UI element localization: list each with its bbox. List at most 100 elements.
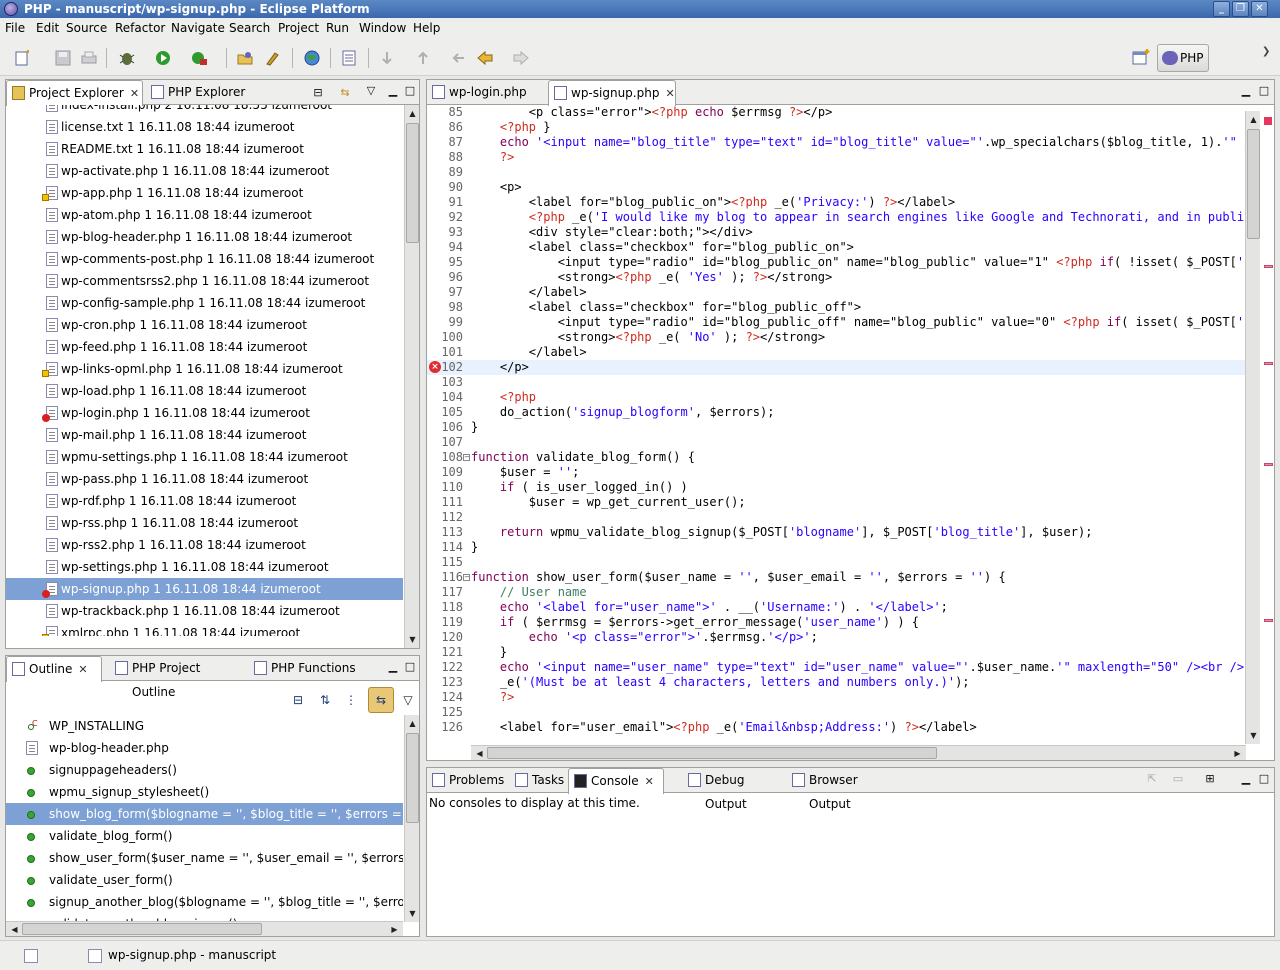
code-line[interactable]: 108− function validate_blog_form() { <box>427 450 1246 465</box>
code-line[interactable]: 124 ?> <box>427 690 1246 705</box>
tree-item-file[interactable]: wp-trackback.php 1 16.11.08 18:44 izumer… <box>6 600 403 622</box>
close-button[interactable]: ✕ <box>1251 1 1268 17</box>
tree-item-file[interactable]: wp-comments-post.php 1 16.11.08 18:44 iz… <box>6 248 403 270</box>
display-console-icon[interactable]: ▭ <box>1171 772 1185 786</box>
code-line[interactable]: 104 <?php <box>427 390 1246 405</box>
code-line[interactable]: 90 <p> <box>427 180 1246 195</box>
maximize-view-icon[interactable]: □ <box>1257 84 1271 98</box>
code-line[interactable]: 105 do_action('signup_blogform', $errors… <box>427 405 1246 420</box>
code-line[interactable]: 98 <label class="checkbox" for="blog_pub… <box>427 300 1246 315</box>
menu-file[interactable]: File <box>5 21 25 35</box>
close-icon[interactable]: ✕ <box>665 87 674 100</box>
code-line[interactable]: 86 <?php } <box>427 120 1246 135</box>
code-line[interactable]: 103 <box>427 375 1246 390</box>
tab-wp-login[interactable]: wp-login.php <box>427 80 545 105</box>
maximize-view-icon[interactable]: □ <box>403 660 417 674</box>
tree-item-file[interactable]: wp-rss.php 1 16.11.08 18:44 izumeroot <box>6 512 403 534</box>
code-line[interactable]: 87 echo '<input name="blog_title" type="… <box>427 135 1246 150</box>
view-menu-icon[interactable]: ▽ <box>399 691 417 709</box>
debug-icon[interactable] <box>118 49 136 67</box>
code-line[interactable]: 99 <input type="radio" id="blog_public_o… <box>427 315 1246 330</box>
tree-item-file[interactable]: wp-rss2.php 1 16.11.08 18:44 izumeroot <box>6 534 403 556</box>
annotation-marker[interactable] <box>1264 619 1273 622</box>
outline-item[interactable]: signuppageheaders() <box>6 759 403 781</box>
code-line[interactable]: 126 <label for="user_email"><?php _e('Em… <box>427 720 1246 735</box>
prev-annotation-icon[interactable] <box>414 49 432 67</box>
code-line[interactable]: 95 <input type="radio" id="blog_public_o… <box>427 255 1246 270</box>
tree-item-file[interactable]: wp-atom.php 1 16.11.08 18:44 izumeroot <box>6 204 403 226</box>
tree-item-file[interactable]: wp-activate.php 1 16.11.08 18:44 izumero… <box>6 160 403 182</box>
code-line[interactable]: 123 _e('(Must be at least 4 characters, … <box>427 675 1246 690</box>
last-edit-icon[interactable] <box>450 49 468 67</box>
scroll-thumb[interactable] <box>1247 129 1260 239</box>
pin-console-icon[interactable]: ⇱ <box>1145 772 1159 786</box>
tree-item-file[interactable]: README.txt 1 16.11.08 18:44 izumeroot <box>6 138 403 160</box>
tab-debug-output[interactable]: Debug Output <box>683 768 783 811</box>
code-line[interactable]: 115 <box>427 555 1246 570</box>
open-console-icon[interactable]: ⊞ <box>1203 772 1217 786</box>
outline-item[interactable]: wpmu_signup_stylesheet() <box>6 781 403 803</box>
tree-item-file[interactable]: wp-load.php 1 16.11.08 18:44 izumeroot <box>6 380 403 402</box>
close-icon[interactable]: ✕ <box>645 775 654 788</box>
tree-item-file[interactable]: xmlrpc.php 1 16.11.08 18:44 izumeroot <box>6 622 403 636</box>
outline-item[interactable]: C WP_INSTALLING <box>6 715 403 737</box>
tree-item-file[interactable]: wp-login.php 1 16.11.08 18:44 izumeroot <box>6 402 403 424</box>
code-line[interactable]: 118 echo '<label for="user_name">' . __(… <box>427 600 1246 615</box>
code-line[interactable]: 119 if ( $errmsg = $errors->get_error_me… <box>427 615 1246 630</box>
scroll-thumb[interactable] <box>406 123 419 243</box>
scroll-thumb[interactable] <box>487 747 937 759</box>
task-list-icon[interactable] <box>340 49 358 67</box>
search-tool-icon[interactable] <box>264 49 282 67</box>
code-line[interactable]: 85 <p class="error"><?php echo $errmsg ?… <box>427 105 1246 120</box>
back-icon[interactable] <box>476 49 494 67</box>
outline-horizontal-scrollbar[interactable]: ◀ ▶ <box>6 921 403 936</box>
chevron-right-icon[interactable]: ❯ <box>1262 46 1270 57</box>
view-menu-icon[interactable]: ▽ <box>364 84 378 98</box>
code-line[interactable]: 101 </label> <box>427 345 1246 360</box>
menu-edit[interactable]: Edit <box>36 21 59 35</box>
fold-toggle-icon[interactable]: − <box>463 574 470 581</box>
tab-project-explorer[interactable]: Project Explorer ✕ <box>6 80 143 106</box>
restore-button[interactable]: ❐ <box>1232 1 1249 17</box>
tree-item-file[interactable]: wp-commentsrss2.php 1 16.11.08 18:44 izu… <box>6 270 403 292</box>
code-line[interactable]: × 102 </p> <box>427 360 1246 375</box>
annotation-marker[interactable] <box>1264 265 1273 268</box>
outline-item[interactable]: show_user_form($user_name = '', $user_em… <box>6 847 403 869</box>
scroll-thumb[interactable] <box>406 733 419 823</box>
code-line[interactable]: 114} <box>427 540 1246 555</box>
menu-navigate[interactable]: Navigate <box>171 21 225 35</box>
maximize-view-icon[interactable]: □ <box>1257 772 1271 786</box>
tab-php-functions[interactable]: PHP Functions <box>249 656 359 681</box>
code-line[interactable]: 97 </label> <box>427 285 1246 300</box>
sort-icon[interactable]: ⇅ <box>316 691 334 709</box>
collapse-all-icon[interactable]: ⊟ <box>311 86 325 100</box>
tree-item-file[interactable]: wpmu-settings.php 1 16.11.08 18:44 izume… <box>6 446 403 468</box>
hide-fields-icon[interactable]: ⋮ <box>342 691 360 709</box>
tree-item-file[interactable]: wp-config-sample.php 1 16.11.08 18:44 iz… <box>6 292 403 314</box>
php-perspective-button[interactable]: PHP <box>1157 44 1209 72</box>
close-icon[interactable]: ✕ <box>78 663 87 676</box>
minimize-view-icon[interactable]: ▁ <box>1239 84 1253 98</box>
link-editor-toggle-icon[interactable]: ⇆ <box>368 687 394 713</box>
forward-icon[interactable] <box>512 49 530 67</box>
menu-source[interactable]: Source <box>66 21 107 35</box>
code-line[interactable]: 100 <strong><?php _e( 'No' ); ?></strong… <box>427 330 1246 345</box>
scroll-right-icon[interactable]: ▶ <box>1231 747 1244 760</box>
code-line[interactable]: 88 ?> <box>427 150 1246 165</box>
code-line[interactable]: 116− function show_user_form($user_name =… <box>427 570 1246 585</box>
open-perspective-icon[interactable] <box>1130 45 1152 71</box>
code-line[interactable]: 112 <box>427 510 1246 525</box>
new-fast-view-icon[interactable] <box>24 949 38 963</box>
run-icon[interactable] <box>154 49 172 67</box>
scroll-left-icon[interactable]: ◀ <box>473 747 486 760</box>
code-line[interactable]: 92 <?php _e('I would like my blog to app… <box>427 210 1246 225</box>
tree-item-file[interactable]: wp-rdf.php 1 16.11.08 18:44 izumeroot <box>6 490 403 512</box>
collapse-all-icon[interactable]: ⊟ <box>289 691 307 709</box>
external-tools-icon[interactable] <box>190 49 208 67</box>
code-editor[interactable]: 85 <p class="error"><?php echo $errmsg ?… <box>427 105 1246 744</box>
scroll-down-icon[interactable]: ▼ <box>1247 729 1260 742</box>
code-line[interactable]: 106} <box>427 420 1246 435</box>
editor-horizontal-scrollbar[interactable]: ◀ ▶ <box>471 745 1246 760</box>
fold-toggle-icon[interactable]: − <box>463 454 470 461</box>
code-line[interactable]: 109 $user = ''; <box>427 465 1246 480</box>
